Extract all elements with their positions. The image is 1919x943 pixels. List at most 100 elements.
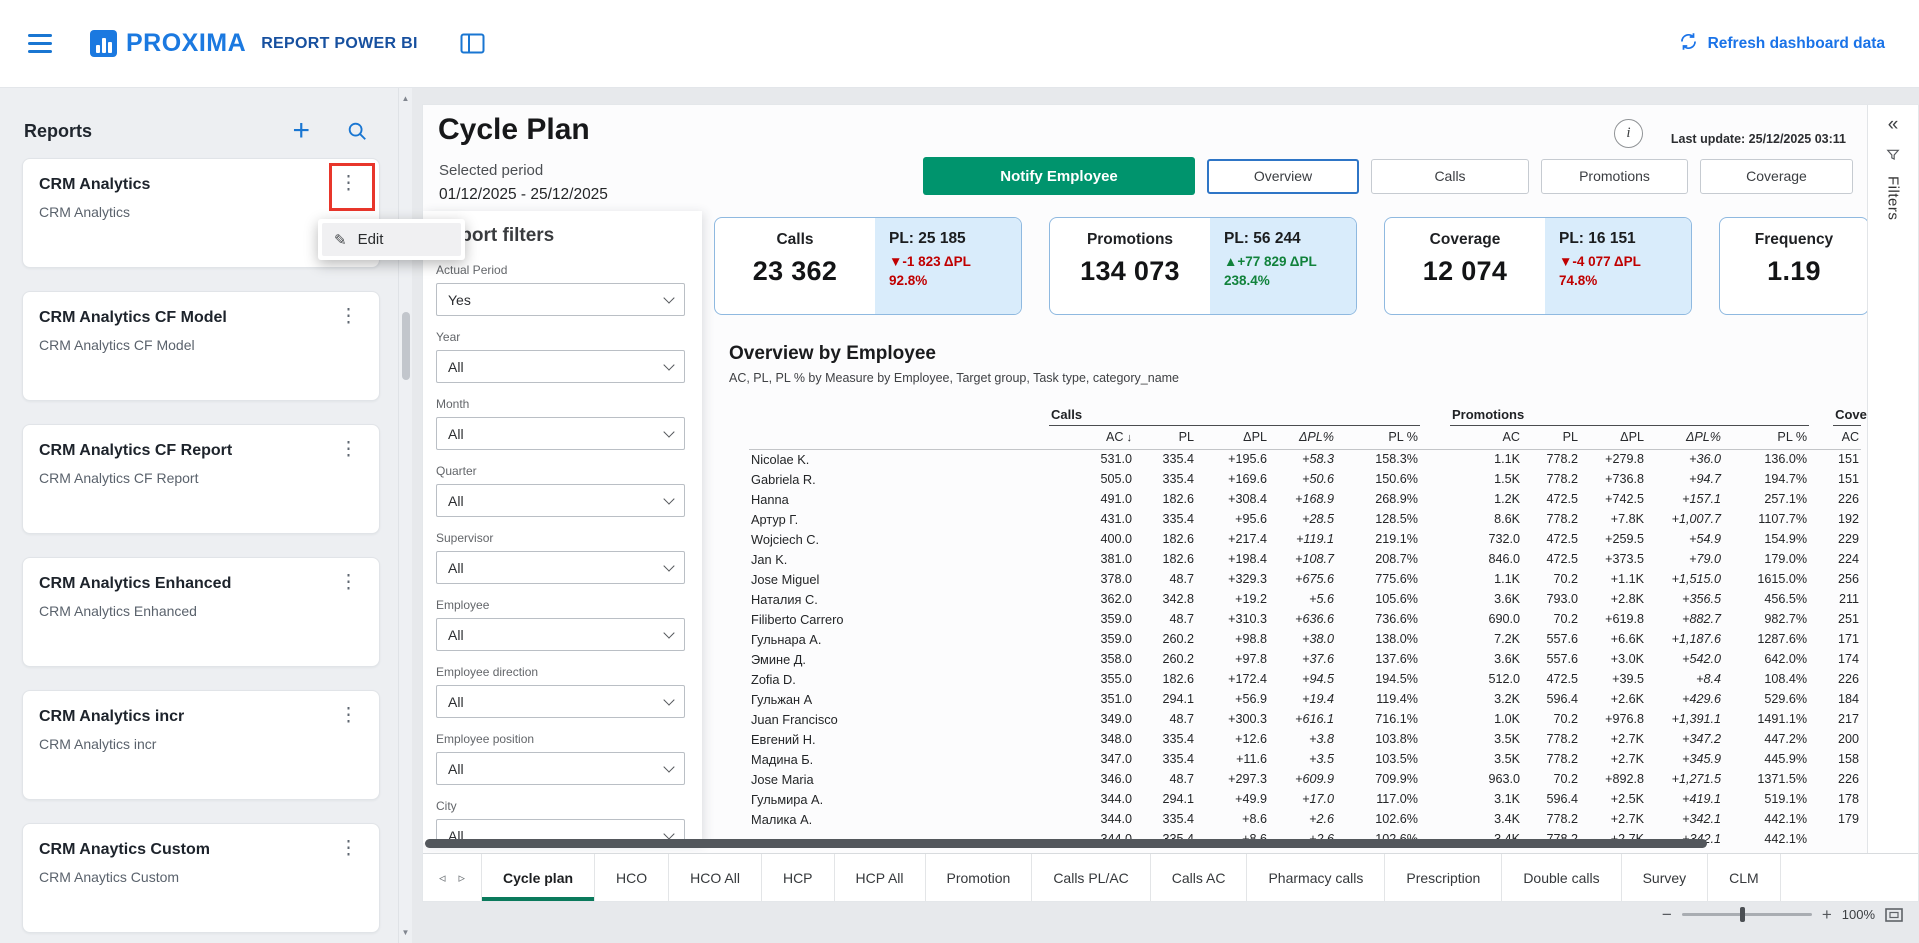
table-row[interactable]: Евгений Н.348.0335.4+12.6+3.8103.8%3.5K7…	[749, 729, 1861, 749]
column-header-calls-ac[interactable]: AC↓	[1049, 425, 1134, 449]
scroll-down-button[interactable]: ▼	[399, 928, 412, 937]
table-row[interactable]: Nicolae K.531.0335.4+195.6+58.3158.3%1.1…	[749, 449, 1861, 469]
report-menu-button[interactable]: ⋮	[332, 169, 365, 198]
column-header-promotions-ac[interactable]: AC	[1450, 425, 1522, 449]
column-header-promotions-pl[interactable]: PL	[1522, 425, 1580, 449]
table-row[interactable]: Gabriela R.505.0335.4+169.6+50.6150.6%1.…	[749, 469, 1861, 489]
filter-dropdown[interactable]: All	[436, 417, 685, 450]
column-header-calls-pl[interactable]: ΔPL	[1196, 425, 1269, 449]
table-cell: +297.3	[1196, 769, 1269, 789]
expand-filters-button[interactable]: «	[1888, 115, 1899, 134]
table-row[interactable]: Zofia D.355.0182.6+172.4+94.5194.5%512.0…	[749, 669, 1861, 689]
zoom-out-button[interactable]: −	[1662, 906, 1672, 923]
scrollbar-thumb[interactable]	[402, 312, 410, 380]
table-row[interactable]: Juan Francisco349.048.7+300.3+616.1716.1…	[749, 709, 1861, 729]
column-header-promotions-pl[interactable]: ΔPL	[1580, 425, 1646, 449]
sheet-nav-prev[interactable]: ◃	[439, 870, 446, 886]
sheet-tab-clm[interactable]: CLM	[1708, 854, 1781, 901]
sheet-nav-next[interactable]: ▹	[459, 870, 466, 886]
scroll-up-button[interactable]: ▲	[399, 94, 412, 103]
sheet-tab-double-calls[interactable]: Double calls	[1502, 854, 1621, 901]
search-button[interactable]	[346, 120, 368, 142]
report-card[interactable]: CRM Analytics CF ReportCRM Analytics CF …	[22, 424, 380, 534]
report-menu-button[interactable]: ⋮	[332, 435, 365, 464]
column-header-promotions-pl[interactable]: PL %	[1723, 425, 1809, 449]
sheet-tab-calls-pl-ac[interactable]: Calls PL/AC	[1032, 854, 1150, 901]
view-tab-promotions[interactable]: Promotions	[1541, 159, 1688, 194]
report-card[interactable]: CRM Analytics incrCRM Analytics incr⋮	[22, 690, 380, 800]
filter-dropdown[interactable]: All	[436, 484, 685, 517]
sheet-tab-hcp[interactable]: HCP	[762, 854, 835, 901]
view-tab-coverage[interactable]: Coverage	[1700, 159, 1853, 194]
zoom-slider-handle[interactable]	[1740, 907, 1745, 922]
notify-employee-button[interactable]: Notify Employee	[923, 157, 1195, 195]
filter-dropdown[interactable]: All	[436, 685, 685, 718]
table-row[interactable]: Мадина Б.347.0335.4+11.6+3.5103.5%3.5K77…	[749, 749, 1861, 769]
zoom-slider[interactable]	[1682, 913, 1812, 916]
table-row[interactable]: Гульнара А.359.0260.2+98.8+38.0138.0%7.2…	[749, 629, 1861, 649]
sheet-tab-cycle-plan[interactable]: Cycle plan	[481, 854, 595, 901]
view-tab-calls[interactable]: Calls	[1371, 159, 1529, 194]
table-cell: 359.0	[1049, 609, 1134, 629]
table-row[interactable]: Jose Miguel378.048.7+329.3+675.6775.6%1.…	[749, 569, 1861, 589]
sidebar-scrollbar[interactable]: ▲ ▼	[398, 88, 412, 943]
view-tab-overview[interactable]: Overview	[1207, 159, 1359, 194]
sheet-tab-promotion[interactable]: Promotion	[926, 854, 1033, 901]
report-menu-button[interactable]: ⋮	[332, 302, 365, 331]
filter-dropdown[interactable]: All	[436, 752, 685, 785]
report-card[interactable]: CRM Anaytics CustomCRM Anaytics Custom⋮	[22, 823, 380, 933]
sheet-tab-survey[interactable]: Survey	[1622, 854, 1709, 901]
refresh-button[interactable]: Refresh dashboard data	[1678, 31, 1885, 57]
column-header-calls-pl[interactable]: PL %	[1336, 425, 1420, 449]
table-row[interactable]: Wojciech C.400.0182.6+217.4+119.1219.1%7…	[749, 529, 1861, 549]
filter-dropdown[interactable]: All	[436, 551, 685, 584]
add-report-button[interactable]: +	[292, 120, 310, 142]
report-menu-button[interactable]: ⋮	[332, 701, 365, 730]
report-menu-button[interactable]: ⋮	[332, 568, 365, 597]
sheet-tab-hco[interactable]: HCO	[595, 854, 669, 901]
info-button[interactable]: i	[1614, 119, 1643, 148]
table-cell: +56.9	[1196, 689, 1269, 709]
table-row[interactable]: Эмине Д.358.0260.2+97.8+37.6137.6%3.6K55…	[749, 649, 1861, 669]
table-cell: 557.6	[1522, 629, 1580, 649]
column-header-calls-pl[interactable]: PL	[1134, 425, 1196, 449]
context-menu-item-edit[interactable]: ✎ Edit	[322, 223, 461, 256]
table-cell: 778.2	[1522, 449, 1580, 469]
table-row[interactable]: Малика А.344.0335.4+8.6+2.6102.6%3.4K778…	[749, 809, 1861, 829]
filter-dropdown[interactable]: All	[436, 350, 685, 383]
chevron-down-icon	[663, 828, 674, 839]
report-menu-button[interactable]: ⋮	[332, 834, 365, 863]
table-cell: +1,187.6	[1646, 629, 1723, 649]
column-header-coverage-ac[interactable]: AC	[1833, 425, 1861, 449]
table-row[interactable]: Filiberto Carrero359.048.7+310.3+636.673…	[749, 609, 1861, 629]
table-row[interactable]: Hanna491.0182.6+308.4+168.9268.9%1.2K472…	[749, 489, 1861, 509]
report-card[interactable]: CRM Analytics EnhancedCRM Analytics Enha…	[22, 557, 380, 667]
column-header-calls-pl[interactable]: ΔPL%	[1269, 425, 1336, 449]
filter-value: All	[448, 426, 464, 442]
table-row[interactable]: Jan K.381.0182.6+198.4+108.7208.7%846.04…	[749, 549, 1861, 569]
table-cell: +11.6	[1196, 749, 1269, 769]
zoom-in-button[interactable]: +	[1822, 906, 1832, 923]
table-row[interactable]: Гульжан А351.0294.1+56.9+19.4119.4%3.2K5…	[749, 689, 1861, 709]
horizontal-scrollbar[interactable]	[425, 839, 1707, 848]
table-row[interactable]: Гульмира А.344.0294.1+49.9+17.0117.0%3.1…	[749, 789, 1861, 809]
table-cell: +217.4	[1196, 529, 1269, 549]
filter-dropdown[interactable]: Yes	[436, 283, 685, 316]
fit-to-page-button[interactable]	[1885, 908, 1903, 922]
zoom-level: 100%	[1842, 907, 1875, 922]
filter-dropdown[interactable]: All	[436, 618, 685, 651]
period-label: Selected period	[439, 162, 543, 179]
table-row[interactable]: Артур Г.431.0335.4+95.6+28.5128.5%8.6K77…	[749, 509, 1861, 529]
menu-button[interactable]	[28, 34, 52, 53]
table-row[interactable]: Jose Maria346.048.7+297.3+609.9709.9%963…	[749, 769, 1861, 789]
sheet-tab-hcp-all[interactable]: HCP All	[835, 854, 926, 901]
column-header-promotions-pl[interactable]: ΔPL%	[1646, 425, 1723, 449]
sheet-tab-prescription[interactable]: Prescription	[1385, 854, 1502, 901]
layout-toggle-button[interactable]	[460, 33, 485, 54]
sheet-tab-pharmacy-calls[interactable]: Pharmacy calls	[1247, 854, 1385, 901]
table-cell: 793.0	[1522, 589, 1580, 609]
sheet-tab-hco-all[interactable]: HCO All	[669, 854, 762, 901]
table-row[interactable]: Наталия С.362.0342.8+19.2+5.6105.6%3.6K7…	[749, 589, 1861, 609]
sheet-tab-calls-ac[interactable]: Calls AC	[1151, 854, 1248, 901]
report-card[interactable]: CRM Analytics CF ModelCRM Analytics CF M…	[22, 291, 380, 401]
